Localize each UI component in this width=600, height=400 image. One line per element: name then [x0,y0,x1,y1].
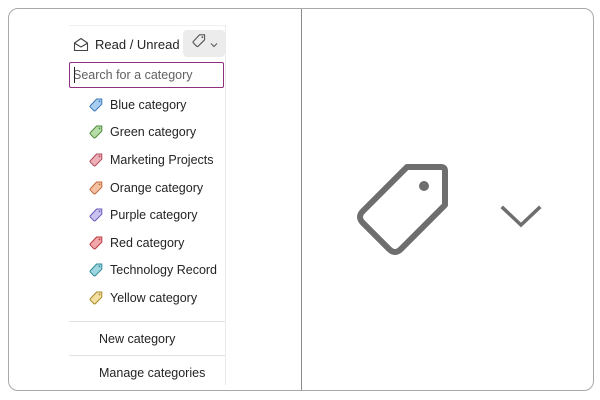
category-label: Orange category [110,180,204,195]
category-item-yellow[interactable]: Yellow category [69,284,225,312]
zoomed-tag-icon [355,161,451,262]
blue-tag-icon [89,98,103,112]
category-dropdown-panel: Read / Unread Search for a category Blue… [69,25,225,385]
category-label: Green category [110,125,197,140]
text-caret [74,67,75,83]
yellow-tag-icon [89,291,103,305]
category-label: Blue category [110,97,187,112]
purple-tag-icon [89,208,103,222]
category-item-technology-record[interactable]: Technology Record [69,257,225,285]
category-item-red[interactable]: Red category [69,229,225,257]
orange-tag-icon [89,181,103,195]
category-item-orange[interactable]: Orange category [69,174,225,202]
category-item-marketing-projects[interactable]: Marketing Projects [69,146,225,174]
panel-border [225,25,226,385]
category-list: Blue category Green category Marketing P… [69,91,225,312]
tag-icon [191,33,207,54]
teal-tag-icon [89,263,103,277]
category-search-input[interactable] [73,68,219,82]
category-label: Marketing Projects [110,152,214,167]
read-unread-button[interactable]: Read / Unread [73,30,180,58]
new-category-button[interactable]: New category [99,332,175,346]
zoomed-chevron-down-icon [499,203,543,236]
category-item-green[interactable]: Green category [69,119,225,147]
category-search-box[interactable] [69,62,224,88]
category-label: Yellow category [110,290,198,305]
category-item-purple[interactable]: Purple category [69,201,225,229]
category-label: Purple category [110,208,198,223]
chevron-down-icon [210,35,218,53]
red-tag-icon [89,236,103,250]
read-unread-label: Read / Unread [95,36,180,52]
screenshot-frame: Read / Unread Search for a category Blue… [8,8,594,391]
categorize-button[interactable] [183,30,225,57]
manage-categories-button[interactable]: Manage categories [99,366,205,380]
menu-divider [69,355,225,356]
split-divider [301,9,302,390]
green-tag-icon [89,125,103,139]
toolbar: Read / Unread [69,25,225,60]
pink-tag-icon [89,153,103,167]
envelope-open-icon [73,37,89,52]
menu-divider [69,321,225,322]
category-item-blue[interactable]: Blue category [69,91,225,119]
category-label: Technology Record [110,263,218,278]
category-label: Red category [110,235,185,250]
